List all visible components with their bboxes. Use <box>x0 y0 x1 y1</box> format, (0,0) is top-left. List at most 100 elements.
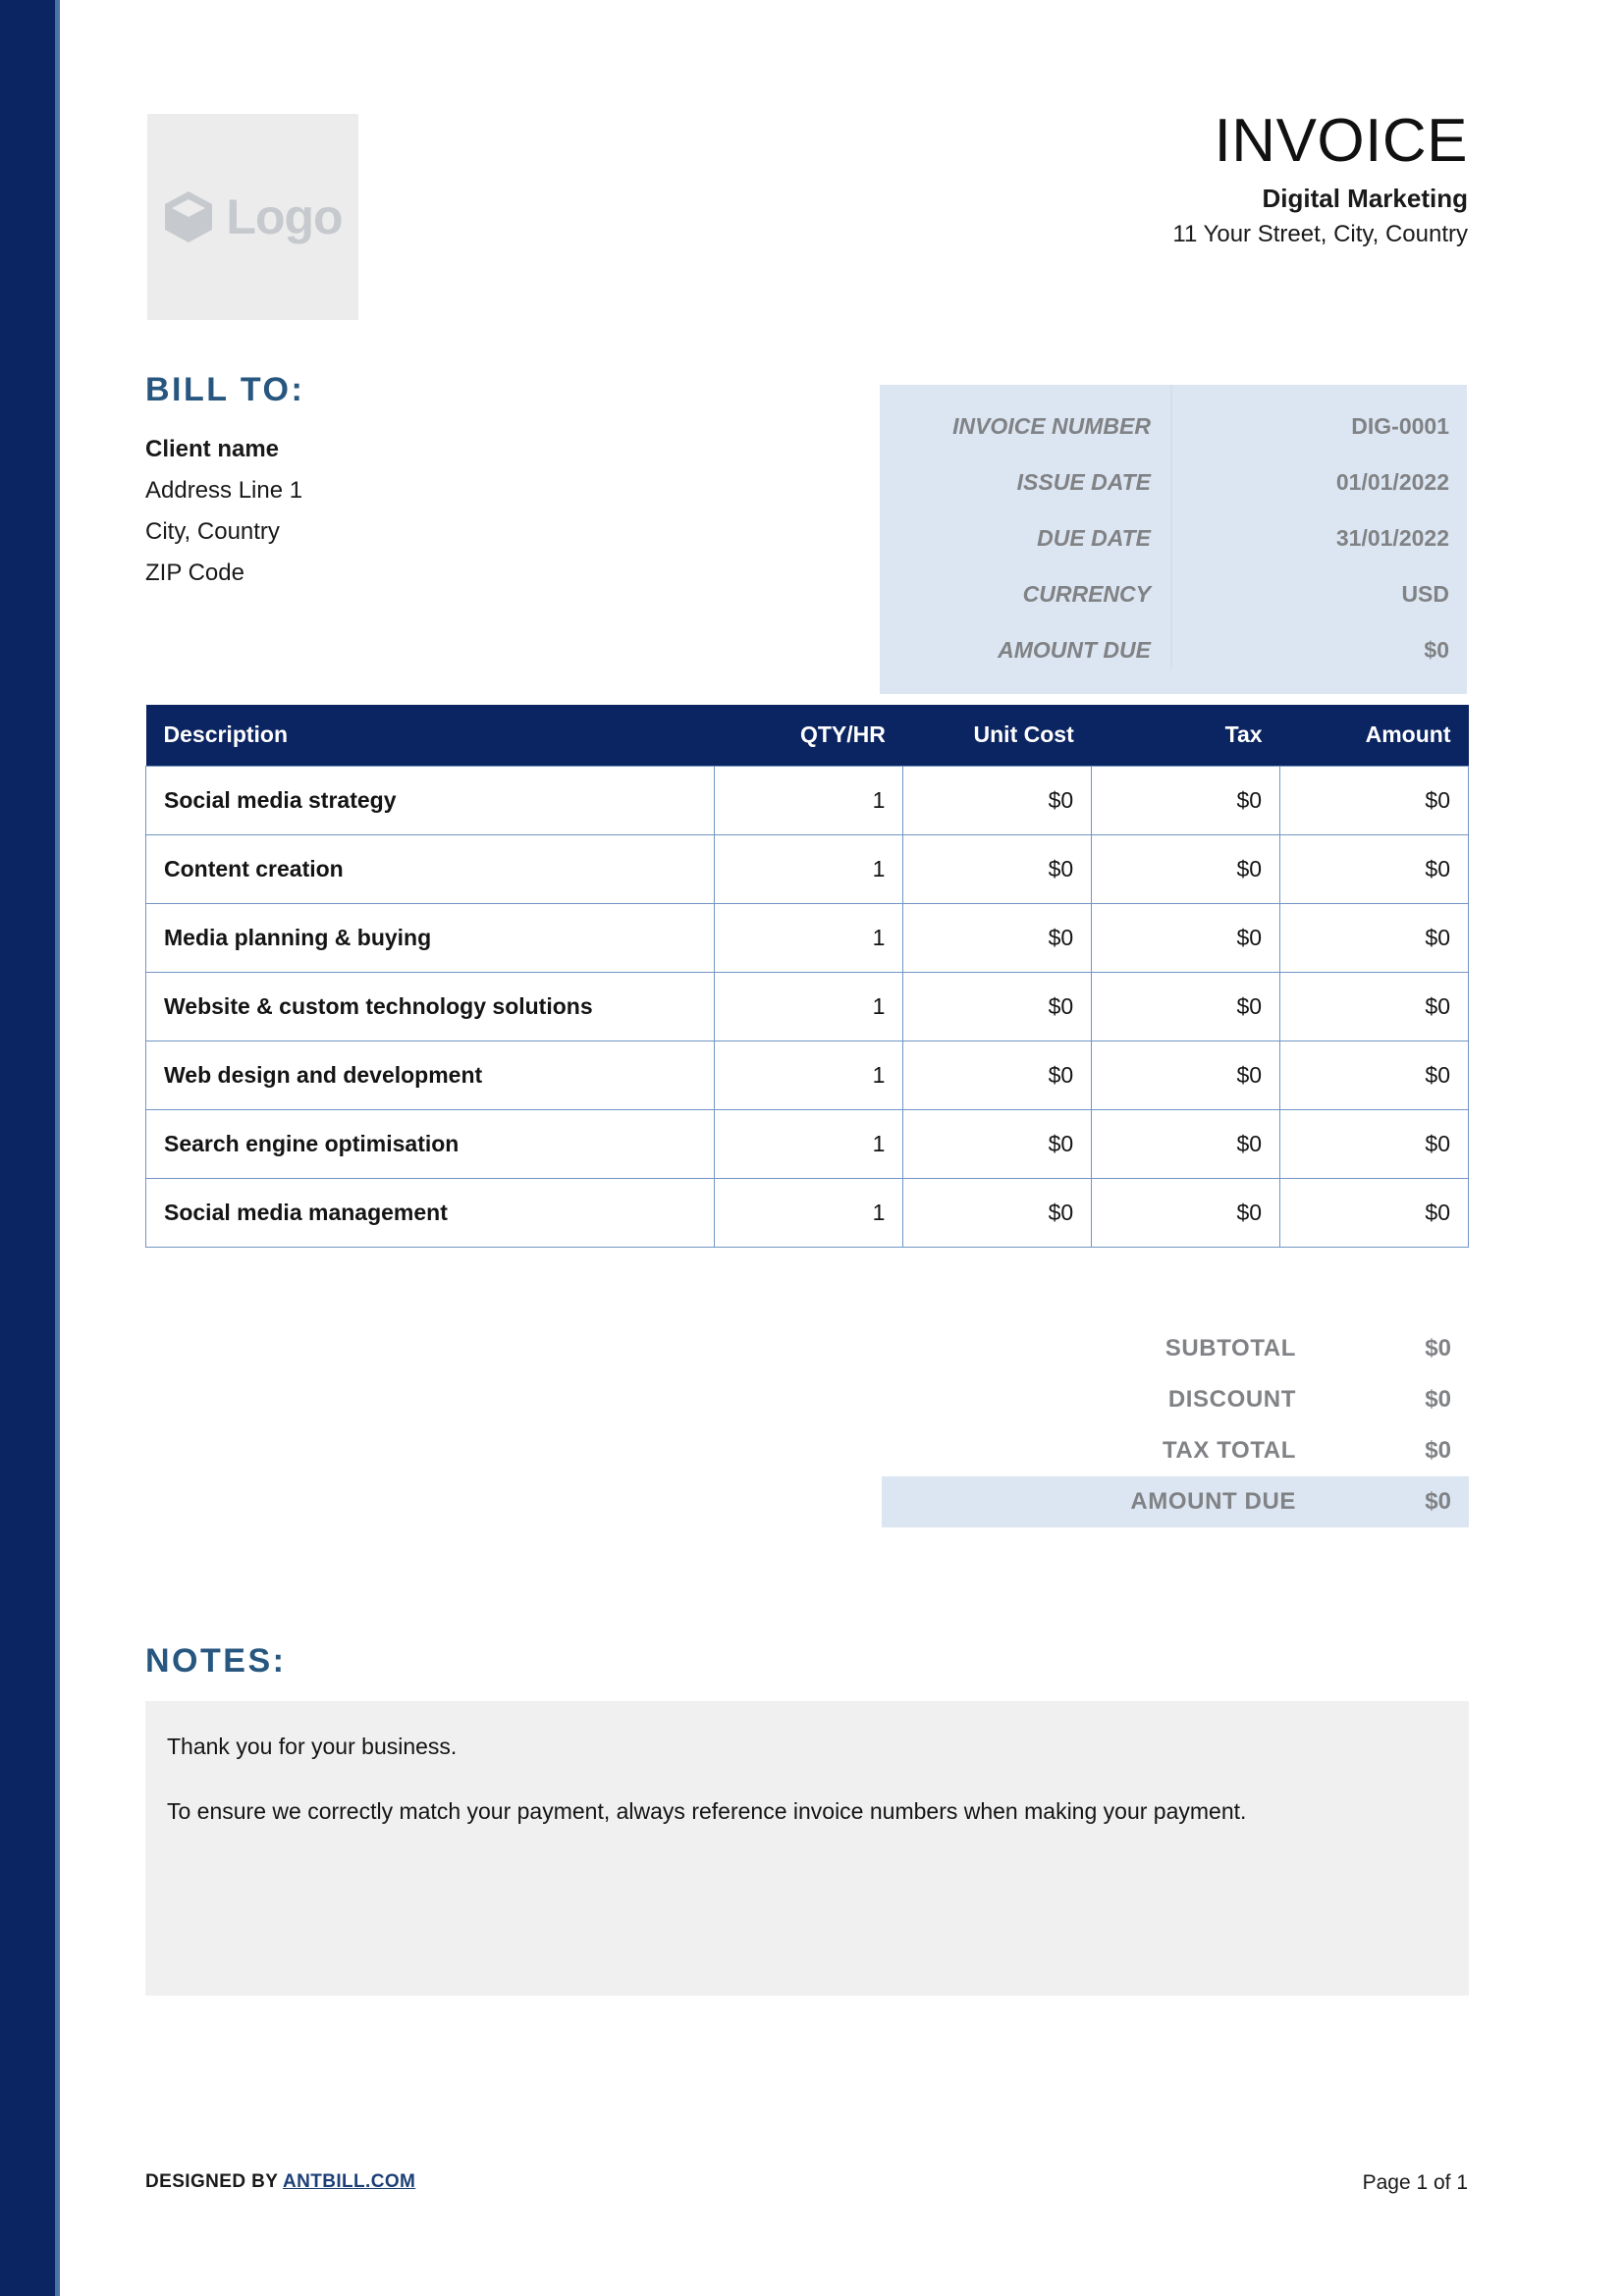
cell-tax[interactable]: $0 <box>1091 1040 1281 1110</box>
totals-value: $0 <box>1425 1488 1451 1515</box>
totals-row-discount: DISCOUNT $0 <box>882 1374 1469 1425</box>
cell-tax[interactable]: $0 <box>1091 1108 1281 1179</box>
bill-to-section: BILL TO: Client name Address Line 1 City… <box>145 371 304 594</box>
cell-amount[interactable]: $0 <box>1279 765 1469 835</box>
cell-unit-cost[interactable]: $0 <box>902 833 1093 904</box>
totals-label: SUBTOTAL <box>1164 1335 1296 1362</box>
cell-unit-cost[interactable]: $0 <box>902 1108 1093 1179</box>
cell-qty[interactable]: 1 <box>714 971 904 1041</box>
left-accent-stripe <box>0 0 55 2296</box>
company-name: Digital Marketing <box>1262 184 1468 214</box>
cell-amount[interactable]: $0 <box>1279 1177 1469 1248</box>
table-row[interactable]: Search engine optimisation 1 $0 $0 $0 <box>144 1108 1469 1179</box>
table-row[interactable]: Web design and development 1 $0 $0 $0 <box>144 1040 1469 1110</box>
cell-description[interactable]: Web design and development <box>144 1040 716 1110</box>
detail-label: INVOICE NUMBER <box>952 413 1151 439</box>
detail-value: 01/01/2022 <box>1335 469 1449 495</box>
cell-description[interactable]: Search engine optimisation <box>144 1108 716 1179</box>
detail-row-issue-date: ISSUE DATE 01/01/2022 <box>897 454 1449 510</box>
cell-tax[interactable]: $0 <box>1091 902 1281 973</box>
column-header-qty[interactable]: QTY/HR <box>714 705 903 766</box>
footer-credit-link[interactable]: ANTBILL.COM <box>283 2171 415 2192</box>
detail-value: USD <box>1401 581 1449 607</box>
cell-amount[interactable]: $0 <box>1279 902 1469 973</box>
cell-tax[interactable]: $0 <box>1091 971 1281 1041</box>
totals-label: DISCOUNT <box>1167 1386 1296 1413</box>
cell-unit-cost[interactable]: $0 <box>902 765 1093 835</box>
detail-row-currency: CURRENCY USD <box>897 566 1449 622</box>
invoice-page: Logo INVOICE Digital Marketing 11 Your S… <box>0 0 1624 2296</box>
cell-tax[interactable]: $0 <box>1091 765 1281 835</box>
cell-qty[interactable]: 1 <box>714 833 904 904</box>
totals-value: $0 <box>1425 1386 1451 1413</box>
detail-value: $0 <box>1424 637 1449 663</box>
detail-label: AMOUNT DUE <box>998 637 1151 663</box>
left-accent-stripe-edge <box>55 0 60 2296</box>
cell-qty[interactable]: 1 <box>714 1177 904 1248</box>
cell-unit-cost[interactable]: $0 <box>902 1040 1093 1110</box>
cube-icon <box>165 191 213 242</box>
company-address: 11 Your Street, City, Country <box>1172 221 1468 248</box>
cell-qty[interactable]: 1 <box>714 765 904 835</box>
totals-label: AMOUNT DUE <box>1130 1488 1296 1515</box>
invoice-details-box: INVOICE NUMBER DIG-0001 ISSUE DATE 01/01… <box>880 385 1467 694</box>
cell-tax[interactable]: $0 <box>1091 833 1281 904</box>
totals-row-tax-total: TAX TOTAL $0 <box>882 1425 1469 1476</box>
totals-row-subtotal: SUBTOTAL $0 <box>882 1323 1469 1374</box>
table-header-row: Description QTY/HR Unit Cost Tax Amount <box>145 705 1469 766</box>
detail-value: 31/01/2022 <box>1335 525 1449 551</box>
cell-qty[interactable]: 1 <box>714 902 904 973</box>
totals-value: $0 <box>1425 1335 1451 1362</box>
line-items-table: Description QTY/HR Unit Cost Tax Amount … <box>144 705 1469 1248</box>
cell-amount[interactable]: $0 <box>1279 1108 1469 1179</box>
table-row[interactable]: Content creation 1 $0 $0 $0 <box>144 833 1469 904</box>
page-number: Page 1 of 1 <box>1362 2171 1468 2194</box>
totals-label: TAX TOTAL <box>1162 1437 1296 1464</box>
table-header: Description QTY/HR Unit Cost Tax Amount <box>145 705 1469 766</box>
logo-text: Logo <box>226 189 343 244</box>
cell-tax[interactable]: $0 <box>1091 1177 1281 1248</box>
detail-label: DUE DATE <box>1037 525 1151 551</box>
notes-heading: NOTES: <box>145 1642 287 1680</box>
cell-unit-cost[interactable]: $0 <box>902 971 1093 1041</box>
footer-credit-prefix: DESIGNED BY <box>145 2171 283 2192</box>
bill-to-heading: BILL TO: <box>145 371 305 408</box>
detail-row-amount-due: AMOUNT DUE $0 <box>897 622 1449 678</box>
cell-unit-cost[interactable]: $0 <box>902 902 1093 973</box>
detail-row-due-date: DUE DATE 31/01/2022 <box>897 510 1449 566</box>
table-row[interactable]: Media planning & buying 1 $0 $0 $0 <box>144 902 1469 973</box>
table-row[interactable]: Website & custom technology solutions 1 … <box>144 971 1469 1041</box>
cell-amount[interactable]: $0 <box>1279 971 1469 1041</box>
footer-credit: DESIGNED BY ANTBILL.COM <box>145 2171 415 2193</box>
table-row[interactable]: Social media management 1 $0 $0 $0 <box>144 1177 1469 1248</box>
notes-paragraph-1: Thank you for your business. <box>167 1734 458 1759</box>
table-body: Social media strategy 1 $0 $0 $0 Content… <box>144 765 1469 1248</box>
bill-to-address-block: Client name Address Line 1 City, Country… <box>145 429 304 594</box>
table-row[interactable]: Social media strategy 1 $0 $0 $0 <box>144 765 1469 835</box>
cell-description[interactable]: Content creation <box>144 833 716 904</box>
totals-value: $0 <box>1425 1437 1451 1464</box>
column-header-unit-cost[interactable]: Unit Cost <box>902 705 1092 766</box>
cell-description[interactable]: Social media strategy <box>144 765 716 835</box>
detail-column-divider <box>1170 385 1172 669</box>
column-header-description[interactable]: Description <box>145 705 715 766</box>
column-header-tax[interactable]: Tax <box>1091 705 1280 766</box>
client-zip-code: ZIP Code <box>145 560 244 586</box>
client-address-line-1: Address Line 1 <box>145 477 303 504</box>
cell-description[interactable]: Social media management <box>144 1177 716 1248</box>
page-title: INVOICE <box>1214 107 1468 175</box>
cell-amount[interactable]: $0 <box>1279 1040 1469 1110</box>
logo-placeholder[interactable]: Logo <box>147 114 358 320</box>
cell-unit-cost[interactable]: $0 <box>902 1177 1093 1248</box>
cell-qty[interactable]: 1 <box>714 1040 904 1110</box>
cell-amount[interactable]: $0 <box>1279 833 1469 904</box>
notes-box[interactable]: Thank you for your business. To ensure w… <box>145 1701 1469 1996</box>
totals-row-amount-due: AMOUNT DUE $0 <box>882 1476 1469 1527</box>
cell-description[interactable]: Media planning & buying <box>144 902 716 973</box>
column-header-amount[interactable]: Amount <box>1279 705 1469 766</box>
cell-qty[interactable]: 1 <box>714 1108 904 1179</box>
totals-section: SUBTOTAL $0 DISCOUNT $0 TAX TOTAL $0 AMO… <box>882 1323 1469 1527</box>
detail-label: ISSUE DATE <box>1016 469 1151 495</box>
cell-description[interactable]: Website & custom technology solutions <box>144 971 716 1041</box>
detail-label: CURRENCY <box>1022 581 1151 607</box>
